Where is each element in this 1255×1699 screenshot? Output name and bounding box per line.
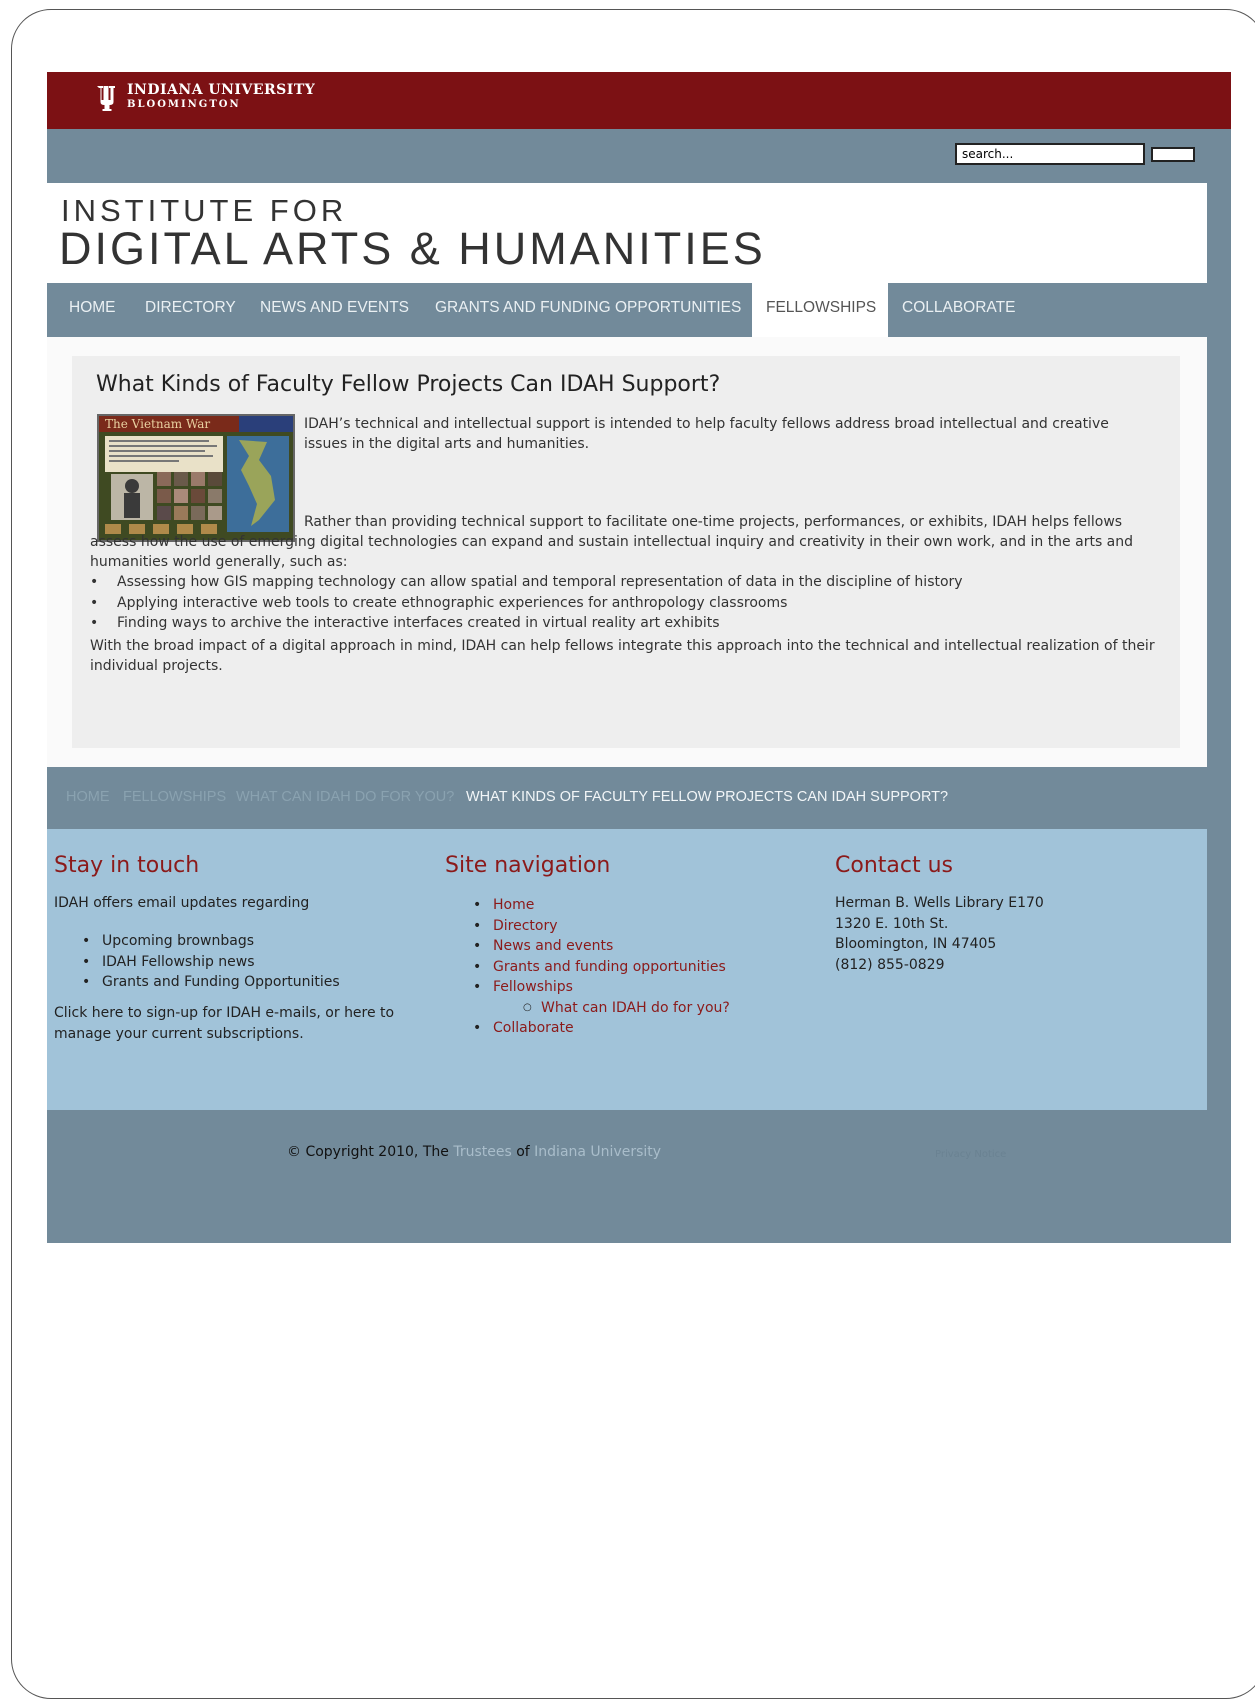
list-item: Finding ways to archive the interactive … — [90, 613, 1165, 634]
breadcrumb-current: WHAT KINDS OF FACULTY FELLOW PROJECTS CA… — [466, 789, 949, 805]
footer-link-directory[interactable]: Directory — [445, 916, 805, 937]
contact-line: 1320 E. 10th St. — [835, 915, 949, 932]
copyright-text: © Copyright 2010, The Trustees of Indian… — [287, 1144, 661, 1160]
nav-home[interactable]: HOME — [55, 283, 130, 337]
footer-link-fellowships[interactable]: Fellowships — [445, 977, 805, 998]
footer-info: Stay in touch IDAH offers email updates … — [47, 829, 1207, 1110]
footer-link-home[interactable]: Home — [445, 895, 805, 916]
article-paragraph-2: Rather than providing technical support … — [90, 512, 1165, 572]
trustees-link[interactable]: Trustees — [453, 1144, 511, 1160]
breadcrumb: HOME FELLOWSHIPS WHAT CAN IDAH DO FOR YO… — [47, 767, 1207, 829]
stay-in-touch-heading: Stay in touch — [54, 853, 200, 878]
iu-trident-icon[interactable] — [95, 84, 117, 114]
search-bar — [47, 129, 1207, 183]
copyright-bar: © Copyright 2010, The Trustees of Indian… — [47, 1110, 1231, 1243]
article-bullet-list: Assessing how GIS mapping technology can… — [90, 572, 1165, 634]
privacy-link[interactable]: Privacy Notice — [935, 1149, 1006, 1160]
search-input[interactable] — [955, 143, 1145, 165]
footer-link-news[interactable]: News and events — [445, 936, 805, 957]
nav-directory[interactable]: DIRECTORY — [131, 283, 250, 337]
nav-grants[interactable]: GRANTS AND FUNDING OPPORTUNITIES — [421, 283, 755, 337]
iu-header-bar: INDIANA UNIVERSITY BLOOMINGTON — [47, 72, 1231, 129]
breadcrumb-what-can-idah-do[interactable]: WHAT CAN IDAH DO FOR YOU? — [236, 789, 454, 805]
right-edge-strip — [1207, 129, 1231, 1243]
breadcrumb-home[interactable]: HOME — [66, 789, 110, 805]
content-area: What Kinds of Faculty Fellow Projects Ca… — [47, 337, 1207, 767]
article: What Kinds of Faculty Fellow Projects Ca… — [72, 356, 1180, 748]
copyright-prefix: © Copyright 2010, The — [287, 1144, 454, 1160]
signup-text[interactable]: Click here to sign-up for IDAH e-mails, … — [54, 1003, 426, 1044]
footer-link-collaborate[interactable]: Collaborate — [445, 1018, 805, 1039]
article-paragraph-3: With the broad impact of a digital appro… — [90, 638, 1155, 674]
thumbnail-title: The Vietnam War — [105, 417, 210, 431]
nav-collaborate[interactable]: COLLABORATE — [888, 283, 1029, 337]
search-button[interactable] — [1151, 147, 1195, 162]
indiana-university-link[interactable]: Indiana University — [534, 1144, 661, 1160]
list-item: Upcoming brownbags — [54, 931, 414, 952]
copyright-of: of — [511, 1144, 535, 1160]
nav-news-and-events[interactable]: NEWS AND EVENTS — [246, 283, 423, 337]
breadcrumb-fellowships[interactable]: FELLOWSHIPS — [123, 789, 226, 805]
iu-wordmark-line1: INDIANA UNIVERSITY — [127, 82, 316, 98]
site-nav-list: Home Directory News and events Grants an… — [445, 895, 805, 1039]
list-item: IDAH Fellowship news — [54, 952, 414, 973]
footer-link-what-can-idah-do[interactable]: What can IDAH do for you? — [445, 998, 805, 1019]
article-paragraph-2-text: Rather than providing technical support … — [90, 514, 1134, 570]
nav-fellowships[interactable]: FELLOWSHIPS — [752, 283, 888, 337]
site-banner[interactable]: INSTITUTE FOR DIGITAL ARTS & HUMANITIES — [47, 183, 1207, 283]
iu-wordmark-line2: BLOOMINGTON — [127, 99, 241, 110]
stay-list: Upcoming brownbags IDAH Fellowship news … — [54, 931, 414, 993]
list-item: Grants and Funding Opportunities — [54, 972, 414, 993]
site-navigation-heading: Site navigation — [445, 853, 611, 878]
contact-us-heading: Contact us — [835, 853, 953, 878]
iu-wordmark[interactable]: INDIANA UNIVERSITY BLOOMINGTON — [127, 83, 315, 110]
stay-intro: IDAH offers email updates regarding — [54, 895, 310, 911]
banner-line2: DIGITAL ARTS & HUMANITIES — [59, 223, 766, 274]
article-title: What Kinds of Faculty Fellow Projects Ca… — [96, 372, 721, 397]
list-item: Applying interactive web tools to create… — [90, 593, 1165, 614]
contact-address: Herman B. Wells Library E170 1320 E. 10t… — [835, 893, 1044, 975]
contact-phone: (812) 855-0829 — [835, 956, 945, 973]
contact-line: Herman B. Wells Library E170 — [835, 895, 1044, 911]
article-paragraph-1: IDAH’s technical and intellectual suppor… — [304, 416, 1109, 452]
list-item: Assessing how GIS mapping technology can… — [90, 572, 1165, 593]
contact-line: Bloomington, IN 47405 — [835, 936, 997, 952]
footer-link-grants[interactable]: Grants and funding opportunities — [445, 957, 805, 978]
main-nav: HOME DIRECTORY NEWS AND EVENTS GRANTS AN… — [47, 283, 1207, 337]
